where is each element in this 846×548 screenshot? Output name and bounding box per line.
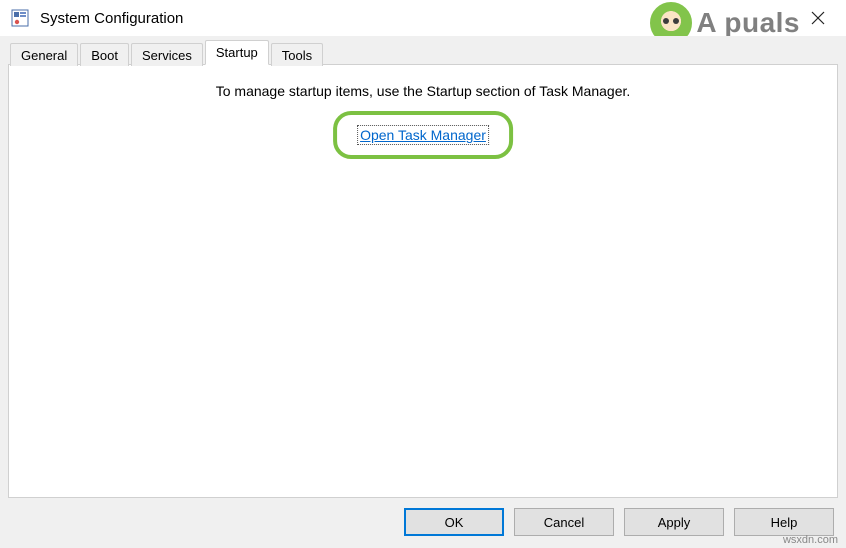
titlebar: System Configuration (0, 0, 846, 36)
startup-instruction-text: To manage startup items, use the Startup… (9, 83, 837, 99)
cancel-button[interactable]: Cancel (514, 508, 614, 536)
tab-strip: General Boot Services Startup Tools (8, 40, 838, 65)
tab-general[interactable]: General (10, 43, 78, 66)
highlight-ring: Open Task Manager (333, 111, 513, 159)
tab-tools[interactable]: Tools (271, 43, 323, 66)
system-configuration-window: System Configuration A puals General Boo… (0, 0, 846, 548)
tab-startup[interactable]: Startup (205, 40, 269, 65)
startup-panel: To manage startup items, use the Startup… (8, 64, 838, 498)
app-icon (10, 8, 30, 28)
close-icon (811, 11, 825, 25)
dialog-button-row: OK Cancel Apply Help (8, 498, 838, 540)
window-title: System Configuration (40, 10, 796, 27)
apply-button[interactable]: Apply (624, 508, 724, 536)
ok-button[interactable]: OK (404, 508, 504, 536)
open-task-manager-link[interactable]: Open Task Manager (357, 125, 489, 145)
client-area: General Boot Services Startup Tools To m… (0, 36, 846, 548)
close-button[interactable] (796, 3, 840, 33)
help-button[interactable]: Help (734, 508, 834, 536)
tab-services[interactable]: Services (131, 43, 203, 66)
tab-boot[interactable]: Boot (80, 43, 129, 66)
